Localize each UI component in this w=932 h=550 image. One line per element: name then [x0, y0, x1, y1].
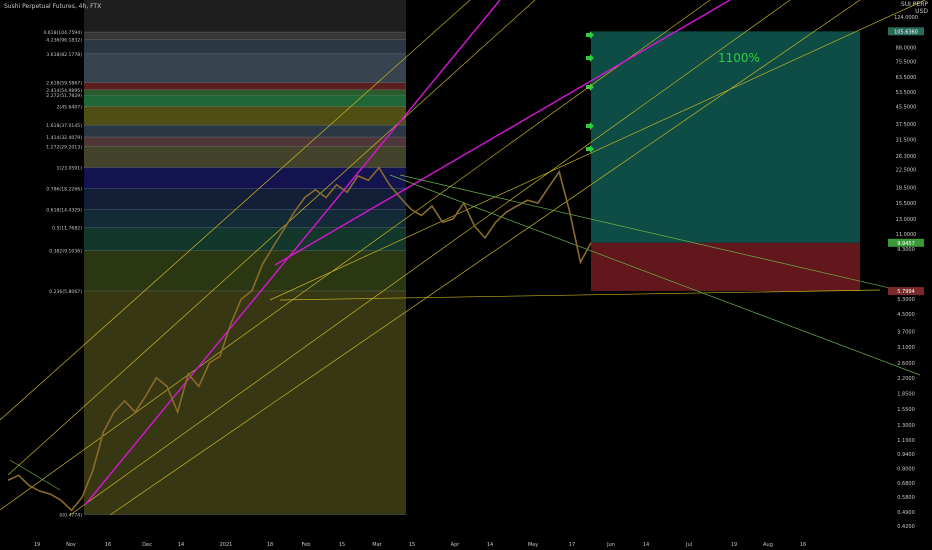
fib-level-label: 0.382(9.1036)	[49, 249, 82, 255]
y-tick-label: 0.5800	[897, 495, 915, 501]
y-tick-label: 5.3000	[897, 297, 915, 303]
y-tick-label: 75.5000	[896, 59, 917, 65]
y-tick-label: 15.5000	[896, 201, 917, 207]
fib-level-label: 0.236(5.8067)	[49, 289, 82, 295]
x-tick-label: Jul	[685, 542, 692, 548]
current-price-badge: 9.9457	[897, 241, 915, 247]
y-tick-label: 88.0000	[896, 46, 917, 52]
x-tick-label: Mar	[372, 542, 382, 548]
fib-level-label: 2.414(54.9895)	[46, 88, 82, 94]
fib-zone	[84, 82, 406, 90]
fib-level-label: 2.272(51.7829)	[46, 93, 82, 99]
x-tick-label: 16	[800, 542, 806, 548]
y-tick-label: 0.6800	[897, 481, 915, 487]
fib-level-label: 0.786(18.2266)	[46, 187, 82, 193]
y-tick-label: 0.8000	[897, 466, 915, 472]
x-tick-label: 15	[339, 542, 345, 548]
x-tick-label: May	[528, 542, 538, 548]
stop-price-badge: 5.7994	[897, 289, 915, 295]
fib-zone	[84, 53, 406, 83]
chart-title: Sushi Perpetual Futures, 4h, FTX	[4, 3, 102, 10]
y-tick-label: 1.8500	[897, 391, 915, 397]
fib-zone	[84, 188, 406, 210]
x-tick-label: 14	[178, 542, 184, 548]
fib-level-label: 2.618(59.5867)	[46, 81, 82, 87]
x-tick-label: 18	[267, 542, 273, 548]
y-tick-label: 1.5500	[897, 407, 915, 413]
x-tick-label: 16	[105, 542, 111, 548]
target-price-badge: 105.6360	[894, 29, 918, 35]
y-tick-label: 4.5000	[897, 312, 915, 318]
fib-level-label: 4.618(104.7594)	[43, 30, 82, 36]
fib-zone	[84, 137, 406, 147]
y-tick-label: 3.7000	[897, 329, 915, 335]
fib-zone	[84, 167, 406, 189]
y-tick-label: 63.5000	[896, 75, 917, 81]
fib-level-label: 3.618(82.1778)	[46, 52, 82, 58]
y-tick-label: 0.4900	[897, 510, 915, 516]
y-tick-label: 124.0000	[894, 15, 918, 21]
fib-zone	[84, 146, 406, 168]
fib-level-label: 4.236(96.1832)	[46, 38, 82, 44]
y-tick-label: 3.1000	[897, 345, 915, 351]
fib-level-label: 0.5(11.7682)	[52, 226, 82, 232]
y-tick-label: 22.5000	[896, 168, 917, 174]
x-tick-label: 19	[731, 542, 737, 548]
y-tick-label: 53.5000	[896, 90, 917, 96]
y-tick-label: 26.3000	[896, 154, 917, 160]
x-tick-label: 19	[34, 542, 40, 548]
y-tick-label: 1.1000	[897, 438, 915, 444]
x-tick-label: Aug	[763, 542, 773, 548]
axis-unit-header: SUI PERP USD	[901, 1, 928, 15]
x-tick-label: Apr	[451, 542, 461, 548]
fib-level-label: 1(23.0591)	[56, 166, 82, 172]
y-tick-label: 0.9400	[897, 452, 915, 458]
y-tick-label: 31.5000	[896, 138, 917, 144]
fib-zone	[84, 106, 406, 126]
x-tick-label: 17	[569, 542, 575, 548]
fib-level-label: 2(45.6407)	[56, 104, 82, 110]
y-tick-label: 13.0000	[896, 217, 917, 223]
fib-level-label: 1.272(29.2013)	[46, 144, 82, 150]
x-tick-label: 15	[409, 542, 415, 548]
y-tick-label: 18.5000	[896, 185, 917, 191]
fib-level-label: 1.618(37.0145)	[46, 123, 82, 129]
x-tick-label: Dec	[142, 542, 152, 548]
x-tick-label: Feb	[302, 542, 311, 548]
fib-zone	[84, 209, 406, 228]
fib-zone	[84, 89, 406, 96]
fib-zone	[84, 227, 406, 251]
y-tick-label: 0.4200	[897, 524, 915, 530]
fib-level-label: 1.414(32.4079)	[46, 135, 82, 141]
y-tick-label: 11.0000	[896, 232, 917, 238]
fib-zone	[84, 32, 406, 40]
y-tick-label: 45.5000	[896, 105, 917, 111]
fib-zone	[84, 125, 406, 138]
y-tick-label: 1.3000	[897, 423, 915, 429]
axis-unit-top: SUI PERP	[900, 1, 928, 8]
x-tick-label: 14	[487, 542, 493, 548]
x-tick-label: 2021	[220, 542, 233, 548]
fib-zone	[84, 250, 406, 291]
y-tick-label: 2.6000	[897, 361, 915, 367]
y-tick-label: 2.2000	[897, 376, 915, 382]
fib-zone	[84, 39, 406, 54]
fib-level-label: 0(0.4774)	[59, 513, 82, 519]
x-tick-label: Nov	[66, 542, 76, 548]
x-tick-label: 14	[643, 542, 649, 548]
y-tick-label: 9.3000	[897, 247, 915, 253]
price-chart[interactable]: 4.618(104.7594) 4.236(96.1832) 3.618(82.17…	[0, 0, 932, 550]
x-tick-label: Jun	[606, 542, 615, 548]
y-tick-label: 37.5000	[896, 122, 917, 128]
fib-top-zone	[84, 0, 406, 33]
axis-currency: USD	[915, 8, 928, 15]
fib-zone	[84, 290, 406, 515]
fib-level-label: 0.618(14.4329)	[46, 207, 82, 213]
target-return-label: 1100%	[718, 51, 760, 65]
